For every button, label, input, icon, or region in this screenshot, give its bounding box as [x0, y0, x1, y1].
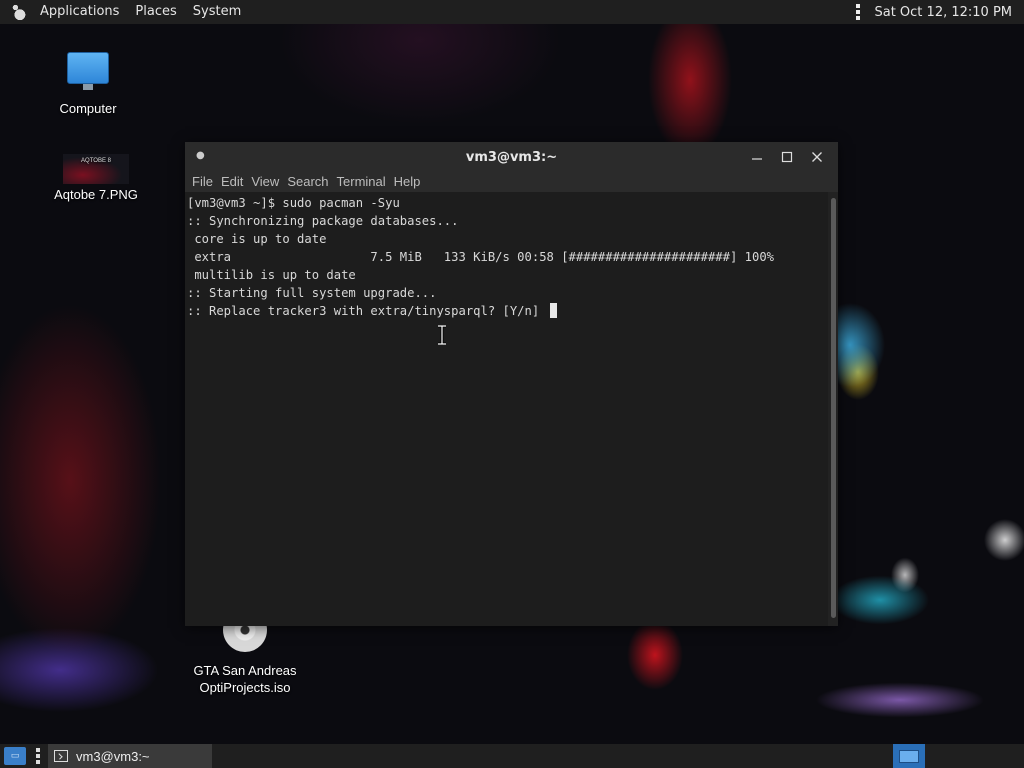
terminal-scrollbar[interactable]: [828, 192, 838, 626]
terminal-line: :: Synchronizing package databases...: [187, 214, 459, 228]
gnome-foot-icon[interactable]: [10, 3, 28, 21]
terminal-icon: [54, 750, 68, 762]
maximize-icon: [781, 151, 793, 163]
terminal-menubar: File Edit View Search Terminal Help: [185, 172, 838, 192]
maximize-button[interactable]: [772, 142, 802, 172]
minimize-icon: [752, 158, 762, 160]
terminal-output[interactable]: [vm3@vm3 ~]$ sudo pacman -Syu:: Synchron…: [185, 192, 828, 626]
desktop-icon-label-line1: GTA San Andreas: [193, 663, 297, 678]
menu-edit[interactable]: Edit: [217, 172, 247, 192]
clock[interactable]: Sat Oct 12, 12:10 PM: [874, 5, 1024, 20]
system-menu[interactable]: System: [185, 0, 249, 24]
menu-file[interactable]: File: [188, 172, 217, 192]
ibeam-cursor-icon: [438, 325, 446, 345]
desktop-icon-label: Aqtobe 7.PNG: [54, 187, 138, 202]
desktop-icon-gta-iso[interactable]: GTA San Andreas OptiProjects.iso: [185, 626, 305, 696]
terminal-line: core is up to date: [187, 232, 327, 246]
disc-icon: [223, 626, 267, 652]
terminal-line: :: Starting full system upgrade...: [187, 286, 437, 300]
image-thumbnail-icon: AQTOBE 8: [63, 154, 129, 184]
terminal-line: multilib is up to date: [187, 268, 356, 282]
desktop-icon-computer[interactable]: Computer: [28, 50, 148, 117]
close-button[interactable]: [802, 142, 832, 172]
window-controls: [742, 142, 832, 172]
applications-menu[interactable]: Applications: [32, 0, 127, 24]
top-panel: Applications Places System Sat Oct 12, 1…: [0, 0, 1024, 24]
show-desktop-icon[interactable]: ▭: [4, 747, 26, 765]
taskbar-window-button[interactable]: vm3@vm3:~: [48, 744, 212, 768]
desktop-icon-label: Computer: [59, 101, 117, 116]
terminal-line: [vm3@vm3 ~]$ sudo pacman -Syu: [187, 196, 400, 210]
scrollbar-thumb[interactable]: [831, 198, 836, 618]
window-titlebar[interactable]: ● vm3@vm3:~: [185, 142, 838, 172]
menu-terminal[interactable]: Terminal: [333, 172, 390, 192]
text-cursor: [549, 303, 557, 318]
window-menu-icon[interactable]: ●: [196, 150, 205, 161]
bottom-panel: ▭ vm3@vm3:~: [0, 744, 1024, 768]
menu-help[interactable]: Help: [390, 172, 425, 192]
taskbar-window-label: vm3@vm3:~: [76, 748, 150, 764]
monitor-icon: [66, 50, 110, 94]
window-title: vm3@vm3:~: [465, 149, 558, 165]
terminal-window[interactable]: ● vm3@vm3:~ File Edit View Search Termin…: [185, 142, 838, 626]
minimize-button[interactable]: [742, 142, 772, 172]
terminal-line: extra 7.5 MiB 133 KiB/s 00:58 [#########…: [187, 250, 774, 264]
prompt-text: :: Replace tracker3 with extra/tinysparq…: [187, 304, 547, 318]
desktop-icon-label-line2: OptiProjects.iso: [199, 680, 291, 695]
thumbnail-text: AQTOBE 8: [81, 158, 111, 164]
workspace-1-icon: [899, 749, 919, 763]
menu-search[interactable]: Search: [283, 172, 332, 192]
close-icon: [812, 152, 822, 162]
panel-handle-icon[interactable]: [848, 4, 868, 20]
panel-handle-icon[interactable]: [36, 748, 42, 764]
desktop-icon-aqtobe-image[interactable]: AQTOBE 8 Aqtobe 7.PNG: [36, 154, 156, 203]
main-menu: Applications Places System: [0, 0, 249, 24]
workspace-switcher[interactable]: [893, 744, 925, 768]
menu-view[interactable]: View: [247, 172, 283, 192]
places-menu[interactable]: Places: [127, 0, 184, 24]
panel-right: Sat Oct 12, 12:10 PM: [848, 0, 1024, 24]
terminal-prompt-line: :: Replace tracker3 with extra/tinysparq…: [187, 302, 828, 320]
